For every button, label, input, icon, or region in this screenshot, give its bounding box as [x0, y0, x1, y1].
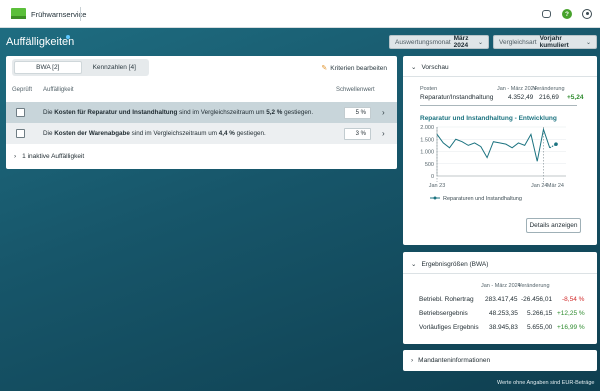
- divider: [403, 273, 597, 274]
- preview-header[interactable]: ⌄ Vorschau: [411, 63, 449, 72]
- result-row: Betriebsergebnis 48.253,35 5.266,15 +12,…: [419, 310, 585, 317]
- user-icon[interactable]: [582, 9, 592, 19]
- preview-change-pct: +5,24: [567, 94, 584, 101]
- chevron-down-icon: ⌄: [585, 39, 591, 46]
- chart-title: Reparatur und Instandhaltung - Entwicklu…: [420, 115, 557, 122]
- col-threshold: Schwellenwert: [336, 87, 375, 93]
- month-label: Auswertungsmonat: [395, 38, 451, 46]
- divider: [403, 76, 597, 77]
- col-period: Jan - März 2024: [497, 86, 537, 92]
- preview-change-abs: 216,69: [539, 94, 559, 101]
- y-tick-label: 2.000: [420, 125, 434, 131]
- anomaly-text: Die Kosten für Reparatur und Instandhalt…: [43, 109, 314, 116]
- y-tick-label: 1.000: [420, 150, 434, 156]
- divider: [420, 105, 577, 106]
- col-anomaly: Auffälligkeit: [43, 87, 74, 93]
- preview-value: 4.352,49: [508, 94, 534, 101]
- y-tick-label: 500: [425, 162, 434, 168]
- results-header[interactable]: ⌄ Ergebnisgrößen (BWA): [411, 260, 489, 269]
- chevron-right-icon: ›: [14, 153, 17, 160]
- col-change: Veränderung: [518, 283, 550, 289]
- checkbox[interactable]: [16, 108, 25, 117]
- anomaly-row[interactable]: Die Kosten der Warenabgabe sind im Vergl…: [6, 123, 397, 144]
- results-heading: Ergebnisgrößen (BWA): [421, 260, 489, 268]
- compare-value: Vorjahr kumuliert: [539, 35, 569, 49]
- compare-label: Vergleichsart: [499, 38, 537, 46]
- y-tick-label: 0: [431, 174, 434, 180]
- x-tick-label: Mär 24: [547, 183, 564, 189]
- help-icon[interactable]: ?: [562, 9, 572, 19]
- chevron-right-icon[interactable]: ›: [382, 129, 385, 138]
- chevron-down-icon: ⌄: [411, 64, 417, 71]
- line-chart: 2.000 1.500 1.000 500 0 Jan 23 Jan 24 Mär 24 Rep…: [420, 125, 566, 202]
- footer-note: Werte ohne Angaben sind EUR-Beträge: [497, 380, 595, 386]
- tab-bar: BWA [2] Kennzahlen [4]: [12, 59, 149, 76]
- datev-logo: [11, 8, 26, 19]
- chat-icon[interactable]: [542, 10, 551, 18]
- checkbox[interactable]: [16, 129, 25, 138]
- month-select[interactable]: Auswertungsmonat März 2024 ⌄: [389, 35, 489, 49]
- edit-criteria-label: Kriterien bearbeiten: [330, 64, 387, 72]
- threshold-input[interactable]: 5 %: [344, 106, 371, 119]
- tab-kennzahlen[interactable]: Kennzahlen [4]: [82, 61, 148, 74]
- details-button[interactable]: Details anzeigen: [526, 218, 581, 233]
- chevron-right-icon[interactable]: ›: [382, 108, 385, 117]
- col-change: Veränderung: [533, 86, 565, 92]
- tab-bwa[interactable]: BWA [2]: [14, 61, 82, 74]
- col-item: Posten: [420, 86, 438, 92]
- x-tick-label: Jan 23: [429, 183, 446, 189]
- col-checked: Geprüft: [12, 87, 33, 93]
- legend-marker: [433, 196, 437, 200]
- result-row: Vorläufiges Ergebnis 38.945,83 5.655,00 …: [419, 324, 585, 331]
- results-card: ⌄ Ergebnisgrößen (BWA) Jan - März 2024 V…: [403, 252, 597, 344]
- legend-label: Reparaturen und Instandhaltung: [443, 196, 522, 202]
- col-period: Jan - März 2024: [481, 283, 521, 289]
- threshold-input[interactable]: 3 %: [344, 127, 371, 140]
- y-tick-label: 1.500: [420, 137, 434, 143]
- app-title: Frühwarnservice: [31, 10, 87, 19]
- mandant-card[interactable]: › Mandanteninformationen: [403, 350, 597, 371]
- preview-item: Reparatur/Instandhaltung: [420, 94, 494, 101]
- page-title: Auffälligkeiten: [6, 36, 75, 48]
- anomalies-card: BWA [2] Kennzahlen [4] ✎ Kriterien bearb…: [6, 56, 397, 169]
- mandant-heading: Mandanteninformationen: [418, 357, 491, 364]
- preview-heading: Vorschau: [421, 63, 449, 71]
- series-line: [436, 127, 551, 162]
- chevron-down-icon: ⌄: [477, 39, 483, 46]
- inactive-label: 1 inaktive Auffälligkeit: [22, 153, 85, 160]
- top-bar: Frühwarnservice ?: [0, 0, 600, 28]
- chevron-down-icon: ⌄: [411, 261, 417, 268]
- edit-criteria-button[interactable]: ✎ Kriterien bearbeiten: [321, 64, 387, 73]
- mandant-header[interactable]: › Mandanteninformationen: [411, 357, 490, 364]
- x-tick-label: Jan 24: [531, 183, 548, 189]
- anomaly-text: Die Kosten der Warenabgabe sind im Vergl…: [43, 130, 266, 137]
- pencil-icon: ✎: [321, 65, 328, 72]
- info-dot-icon: [66, 35, 70, 39]
- month-value: März 2024: [453, 35, 469, 49]
- divider: [80, 7, 81, 21]
- compare-select[interactable]: Vergleichsart Vorjahr kumuliert ⌄: [493, 35, 597, 49]
- inactive-toggle[interactable]: › 1 inaktive Auffälligkeit: [14, 153, 84, 160]
- chevron-right-icon: ›: [411, 357, 414, 364]
- result-row: Betriebl. Rohertrag 283.417,45 -26.456,0…: [419, 296, 585, 303]
- anomaly-row[interactable]: Die Kosten für Reparatur und Instandhalt…: [6, 102, 397, 123]
- data-point: [554, 142, 558, 146]
- preview-card: ⌄ Vorschau Posten Jan - März 2024 Veränd…: [403, 56, 597, 245]
